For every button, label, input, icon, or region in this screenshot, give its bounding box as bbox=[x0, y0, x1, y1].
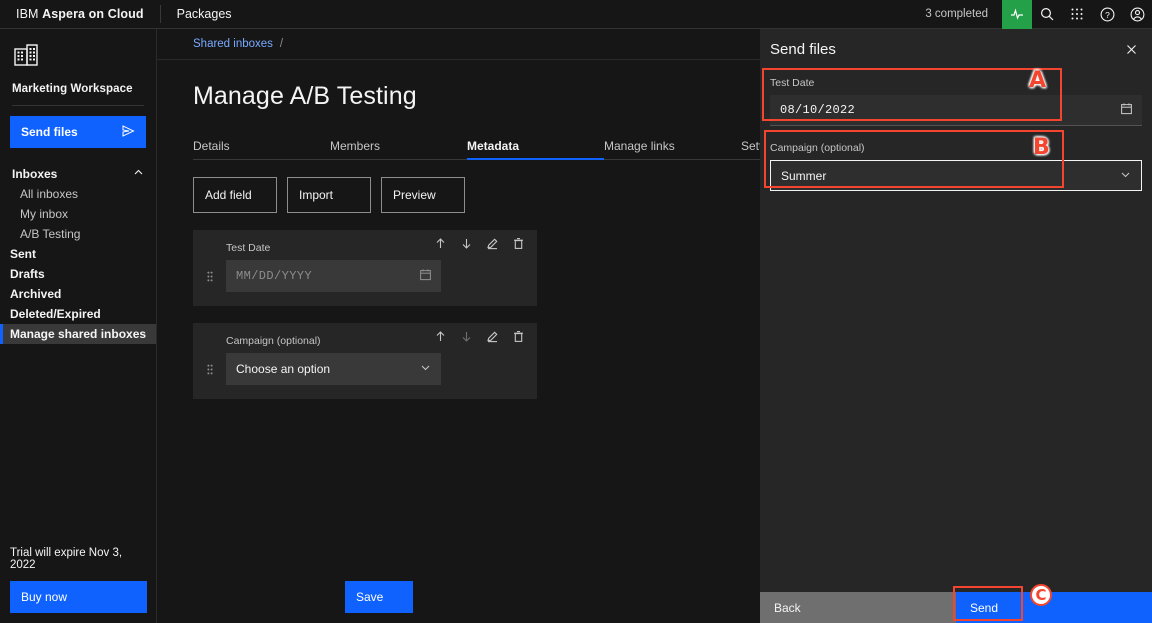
edit-icon[interactable] bbox=[486, 237, 499, 255]
field-card-actions bbox=[434, 237, 525, 255]
sidebar-item-drafts[interactable]: Drafts bbox=[0, 264, 156, 284]
field-row: Choose an option bbox=[193, 353, 537, 385]
transfer-status-label: 3 completed bbox=[925, 8, 988, 20]
panel-send-button[interactable]: Send bbox=[956, 592, 1152, 623]
panel-campaign-value: Summer bbox=[781, 168, 827, 183]
campaign-select-value: Choose an option bbox=[236, 362, 331, 376]
drag-handle-icon[interactable] bbox=[193, 271, 226, 282]
help-icon[interactable]: ? bbox=[1092, 0, 1122, 29]
move-up-icon[interactable] bbox=[434, 237, 447, 255]
sidebar-item-deleted-expired[interactable]: Deleted/Expired bbox=[0, 304, 156, 324]
page-title: Manage A/B Testing bbox=[193, 82, 417, 110]
import-button[interactable]: Import bbox=[287, 177, 371, 213]
test-date-placeholder: MM/DD/YYYY bbox=[236, 269, 313, 283]
sidebar-item-manage-shared-inboxes[interactable]: Manage shared inboxes bbox=[0, 324, 156, 344]
delete-icon[interactable] bbox=[512, 237, 525, 255]
metadata-field-card: Test Date MM/DD/YYYY bbox=[193, 230, 537, 306]
chevron-down-icon[interactable] bbox=[419, 361, 432, 377]
send-icon bbox=[121, 124, 135, 141]
metadata-action-bar: Add field Import Preview bbox=[193, 177, 760, 213]
search-icon[interactable] bbox=[1032, 0, 1062, 29]
workspace-name: Marketing Workspace bbox=[12, 83, 133, 95]
sidebar-item-archived[interactable]: Archived bbox=[0, 284, 156, 304]
metadata-field-card: Campaign (optional) Choose an option bbox=[193, 323, 537, 399]
calendar-icon[interactable] bbox=[419, 268, 432, 285]
trial-block: Trial will expire Nov 3, 2022 Buy now bbox=[0, 547, 157, 623]
breadcrumb-link-shared-inboxes[interactable]: Shared inboxes bbox=[193, 38, 273, 50]
sidebar-group-inboxes[interactable]: Inboxes bbox=[0, 164, 156, 184]
panel-header: Send files bbox=[760, 29, 1152, 69]
send-files-button[interactable]: Send files bbox=[10, 116, 146, 148]
campaign-select[interactable]: Choose an option bbox=[226, 353, 441, 385]
send-files-label: Send files bbox=[21, 125, 78, 139]
workspace-block: Marketing Workspace bbox=[0, 29, 156, 106]
chevron-down-icon[interactable] bbox=[1119, 168, 1132, 184]
panel-body: Test Date 08/10/2022 Campaign (optional)… bbox=[760, 69, 1152, 191]
panel-test-date-field: Test Date 08/10/2022 bbox=[770, 77, 1142, 126]
close-icon[interactable] bbox=[1120, 38, 1142, 60]
field-row: MM/DD/YYYY bbox=[193, 260, 537, 292]
panel-footer: Back Send bbox=[760, 592, 1152, 623]
panel-campaign-select[interactable]: Summer bbox=[770, 160, 1142, 191]
delete-icon[interactable] bbox=[512, 330, 525, 348]
send-files-panel: Send files Test Date 08/10/2022 Campaign… bbox=[760, 29, 1152, 623]
edit-icon[interactable] bbox=[486, 330, 499, 348]
global-header: IBM Aspera on Cloud Packages 3 completed… bbox=[0, 0, 1152, 29]
preview-button[interactable]: Preview bbox=[381, 177, 465, 213]
panel-campaign-field: Campaign (optional) Summer bbox=[770, 142, 1142, 191]
building-icon bbox=[12, 41, 144, 74]
sidebar-item-my-inbox[interactable]: My inbox bbox=[0, 204, 156, 224]
sidebar-nav: Inboxes All inboxes My inbox A/B Testing… bbox=[0, 164, 156, 344]
chevron-up-icon bbox=[133, 167, 144, 181]
header-nav-packages[interactable]: Packages bbox=[161, 0, 248, 29]
move-down-icon[interactable] bbox=[460, 330, 473, 348]
main-content: Shared inboxes / Manage A/B Testing Deta… bbox=[157, 29, 933, 623]
test-date-input[interactable]: MM/DD/YYYY bbox=[226, 260, 441, 292]
app-root: IBM Aspera on Cloud Packages 3 completed… bbox=[0, 0, 1152, 623]
sidebar-item-all-inboxes[interactable]: All inboxes bbox=[0, 184, 156, 204]
save-button[interactable]: Save bbox=[345, 581, 413, 613]
tab-details[interactable]: Details bbox=[193, 133, 330, 160]
back-button[interactable]: Back bbox=[760, 592, 956, 623]
panel-test-date-value: 08/10/2022 bbox=[780, 103, 856, 117]
panel-title: Send files bbox=[770, 40, 836, 58]
tab-metadata[interactable]: Metadata bbox=[467, 133, 604, 160]
sidebar-divider bbox=[12, 105, 144, 106]
tab-members[interactable]: Members bbox=[330, 133, 467, 160]
calendar-icon[interactable] bbox=[1120, 102, 1133, 119]
tab-manage-links[interactable]: Manage links bbox=[604, 133, 741, 160]
sidebar-group-label: Inboxes bbox=[12, 167, 58, 181]
breadcrumb: Shared inboxes / bbox=[157, 29, 760, 59]
add-field-button[interactable]: Add field bbox=[193, 177, 277, 213]
account-icon[interactable] bbox=[1122, 0, 1152, 29]
activity-icon[interactable] bbox=[1002, 0, 1032, 29]
move-down-icon[interactable] bbox=[460, 237, 473, 255]
panel-test-date-label: Test Date bbox=[770, 77, 815, 89]
brand-label: IBM Aspera on Cloud bbox=[16, 7, 144, 21]
panel-campaign-label: Campaign (optional) bbox=[770, 142, 865, 154]
trial-expiry-label: Trial will expire Nov 3, 2022 bbox=[10, 547, 123, 571]
svg-text:?: ? bbox=[1105, 10, 1110, 20]
sidebar-item-ab-testing[interactable]: A/B Testing bbox=[0, 224, 156, 244]
sidebar-item-sent[interactable]: Sent bbox=[0, 244, 156, 264]
app-switcher-icon[interactable] bbox=[1062, 0, 1092, 29]
panel-test-date-input[interactable]: 08/10/2022 bbox=[770, 95, 1142, 126]
breadcrumb-separator: / bbox=[279, 38, 284, 50]
drag-handle-icon[interactable] bbox=[193, 364, 226, 375]
field-card-actions bbox=[434, 330, 525, 348]
buy-now-button[interactable]: Buy now bbox=[10, 581, 147, 613]
move-up-icon[interactable] bbox=[434, 330, 447, 348]
left-sidebar: Marketing Workspace Send files Inboxes A… bbox=[0, 29, 157, 623]
